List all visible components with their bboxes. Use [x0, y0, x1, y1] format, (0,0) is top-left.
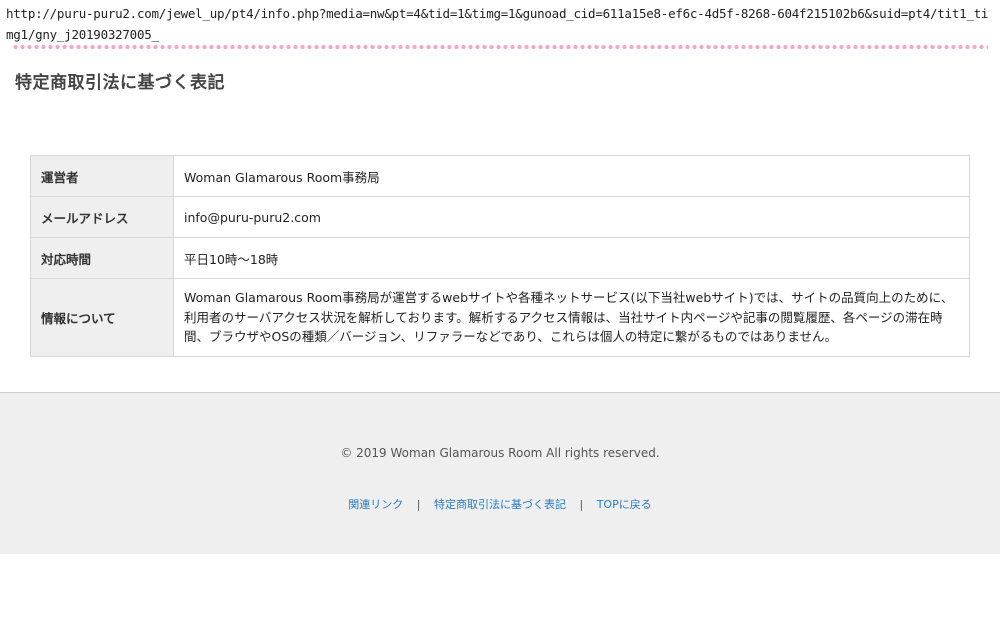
- row-value-hours: 平日10時～18時: [173, 237, 970, 279]
- footer-link-top[interactable]: TOPに戻る: [597, 498, 652, 511]
- row-label-operator: 運営者: [30, 155, 174, 197]
- copyright-text: © 2019 Woman Glamarous Room All rights r…: [340, 446, 660, 460]
- table-row-info: 情報について Woman Glamarous Room事務局が運営するwebサイ…: [30, 278, 970, 357]
- dotted-divider: [12, 44, 988, 50]
- row-label-info: 情報について: [30, 278, 174, 357]
- page: http://puru-puru2.com/jewel_up/pt4/info.…: [0, 0, 1000, 640]
- url-text: http://puru-puru2.com/jewel_up/pt4/info.…: [6, 6, 989, 42]
- row-value-info: Woman Glamarous Room事務局が運営するwebサイトや各種ネット…: [173, 278, 970, 357]
- footer: © 2019 Woman Glamarous Room All rights r…: [0, 392, 1000, 554]
- footer-link-legal-notice[interactable]: 特定商取引法に基づく表記: [434, 498, 566, 511]
- footer-link-related[interactable]: 関連リンク: [348, 498, 403, 511]
- row-value-email: info@puru-puru2.com: [173, 196, 970, 238]
- info-table: 運営者 Woman Glamarous Room事務局 メールアドレス info…: [30, 155, 970, 357]
- footer-separator: |: [416, 498, 421, 511]
- row-label-hours: 対応時間: [30, 237, 174, 279]
- footer-separator: |: [579, 498, 584, 511]
- table-row-email: メールアドレス info@puru-puru2.com: [30, 196, 970, 238]
- page-title: 特定商取引法に基づく表記: [15, 73, 225, 93]
- table-row-hours: 対応時間 平日10時～18時: [30, 237, 970, 279]
- table-row-operator: 運営者 Woman Glamarous Room事務局: [30, 155, 970, 197]
- footer-links: 関連リンク | 特定商取引法に基づく表記 | TOPに戻る: [0, 496, 1000, 512]
- row-label-email: メールアドレス: [30, 196, 174, 238]
- row-value-operator: Woman Glamarous Room事務局: [173, 155, 970, 197]
